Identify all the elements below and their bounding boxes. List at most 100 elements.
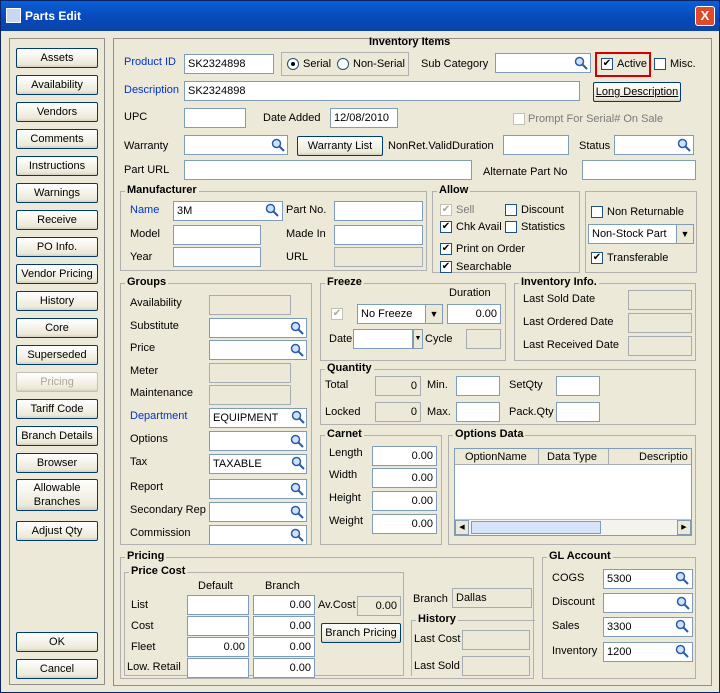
receive-button[interactable]: Receive [16,210,98,230]
options-table[interactable]: OptionName Data Type Descriptio ◀ ▶ [454,448,692,536]
tariff-code-button[interactable]: Tariff Code [16,399,98,419]
status-field[interactable] [614,135,694,155]
serial-radio[interactable] [287,58,299,70]
column-header-option-name[interactable]: OptionName [455,449,539,465]
fleet-default-field[interactable]: 0.00 [187,637,249,657]
vendor-pricing-button[interactable]: Vendor Pricing [16,264,98,284]
comments-button[interactable]: Comments [16,129,98,149]
search-icon[interactable] [265,203,279,217]
chk-avail-checkbox[interactable]: ✔ [440,221,452,233]
alt-part-field[interactable] [582,160,696,180]
cost-branch-field[interactable]: 0.00 [253,616,315,636]
freeze-checkbox[interactable]: ✔ [331,308,343,320]
last-received-date-field[interactable] [628,336,692,356]
core-button[interactable]: Core [16,318,98,338]
discount-checkbox[interactable] [505,204,517,216]
report-field[interactable] [209,479,307,499]
scroll-left-icon[interactable]: ◀ [455,520,469,535]
warranty-list-button[interactable]: Warranty List [297,136,383,156]
branch-pricing-button[interactable]: Branch Pricing [321,623,401,643]
fleet-branch-field[interactable]: 0.00 [253,637,315,657]
assets-button[interactable]: Assets [16,48,98,68]
pricing-button[interactable]: Pricing [16,372,98,392]
cancel-button[interactable]: Cancel [16,659,98,679]
ok-button[interactable]: OK [16,632,98,652]
horizontal-scrollbar[interactable]: ◀ ▶ [455,519,691,535]
mfr-url-field[interactable] [334,247,423,267]
active-checkbox[interactable]: ✔ [601,58,613,70]
prompt-serial-checkbox[interactable] [513,113,525,125]
branch-details-button[interactable]: Branch Details [16,426,98,446]
options-field[interactable] [209,431,307,451]
max-field[interactable] [456,402,500,422]
commission-field[interactable] [209,525,307,545]
last-sold-field[interactable] [462,656,530,676]
packqty-field[interactable] [556,402,600,422]
duration-field[interactable]: 0.00 [447,304,501,324]
non-returnable-checkbox[interactable] [591,206,603,218]
po-info-button[interactable]: PO Info. [16,237,98,257]
transferable-checkbox[interactable]: ✔ [591,252,603,264]
column-header-description[interactable]: Descriptio [609,449,691,465]
scroll-right-icon[interactable]: ▶ [677,520,691,535]
scroll-thumb[interactable] [471,521,601,534]
part-url-field[interactable] [184,160,472,180]
superseded-button[interactable]: Superseded [16,345,98,365]
freeze-date-field[interactable] [353,329,413,349]
search-icon[interactable] [291,456,305,470]
allowable-branches-button[interactable]: Allowable Branches [16,479,98,511]
product-id-field[interactable]: SK2324898 [184,54,274,74]
description-field[interactable]: SK2324898 [184,81,580,101]
searchable-checkbox[interactable]: ✔ [440,261,452,273]
chevron-down-icon[interactable]: ▼ [413,329,423,349]
last-sold-date-field[interactable] [628,290,692,310]
low-retail-default-field[interactable] [187,658,249,678]
nonret-field[interactable] [503,135,569,155]
close-button[interactable]: X [695,6,715,26]
last-ordered-date-field[interactable] [628,313,692,333]
low-retail-branch-field[interactable]: 0.00 [253,658,315,678]
width-field[interactable]: 0.00 [372,468,437,488]
column-header-data-type[interactable]: Data Type [539,449,609,465]
upc-field[interactable] [184,108,246,128]
adjust-qty-button[interactable]: Adjust Qty [16,521,98,541]
long-description-button[interactable]: Long Description [593,82,681,102]
length-field[interactable]: 0.00 [372,446,437,466]
instructions-button[interactable]: Instructions [16,156,98,176]
chevron-down-icon[interactable]: ▼ [425,305,442,323]
search-icon[interactable] [291,410,305,424]
gl-discount-field[interactable] [603,593,693,613]
chevron-down-icon[interactable]: ▼ [676,225,693,243]
cycle-field[interactable] [466,329,501,349]
pricing-branch-field[interactable]: Dallas [452,588,532,608]
locked-field[interactable]: 0 [375,402,421,422]
substitute-field[interactable] [209,318,307,338]
mfr-partno-field[interactable] [334,201,423,221]
list-branch-field[interactable]: 0.00 [253,595,315,615]
warnings-button[interactable]: Warnings [16,183,98,203]
min-field[interactable] [456,376,500,396]
sub-category-field[interactable] [495,53,591,73]
cost-default-field[interactable] [187,616,249,636]
print-on-order-checkbox[interactable]: ✔ [440,243,452,255]
availability-button[interactable]: Availability [16,75,98,95]
price-group-field[interactable] [209,340,307,360]
mfr-year-field[interactable] [173,247,261,267]
maintenance-field[interactable] [209,385,291,405]
list-default-field[interactable] [187,595,249,615]
title-bar[interactable]: Parts Edit X [1,1,719,31]
warranty-field[interactable] [184,135,288,155]
height-field[interactable]: 0.00 [372,491,437,511]
meter-field[interactable] [209,363,291,383]
avcost-field[interactable]: 0.00 [357,596,401,616]
browser-button[interactable]: Browser [16,453,98,473]
sell-checkbox[interactable]: ✔ [440,204,452,216]
search-icon[interactable] [675,571,689,585]
total-field[interactable]: 0 [375,376,421,396]
statistics-checkbox[interactable] [505,221,517,233]
mfr-model-field[interactable] [173,225,261,245]
non-serial-radio[interactable] [337,58,349,70]
search-icon[interactable] [675,644,689,658]
misc-checkbox[interactable] [654,58,666,70]
weight-field[interactable]: 0.00 [372,514,437,534]
